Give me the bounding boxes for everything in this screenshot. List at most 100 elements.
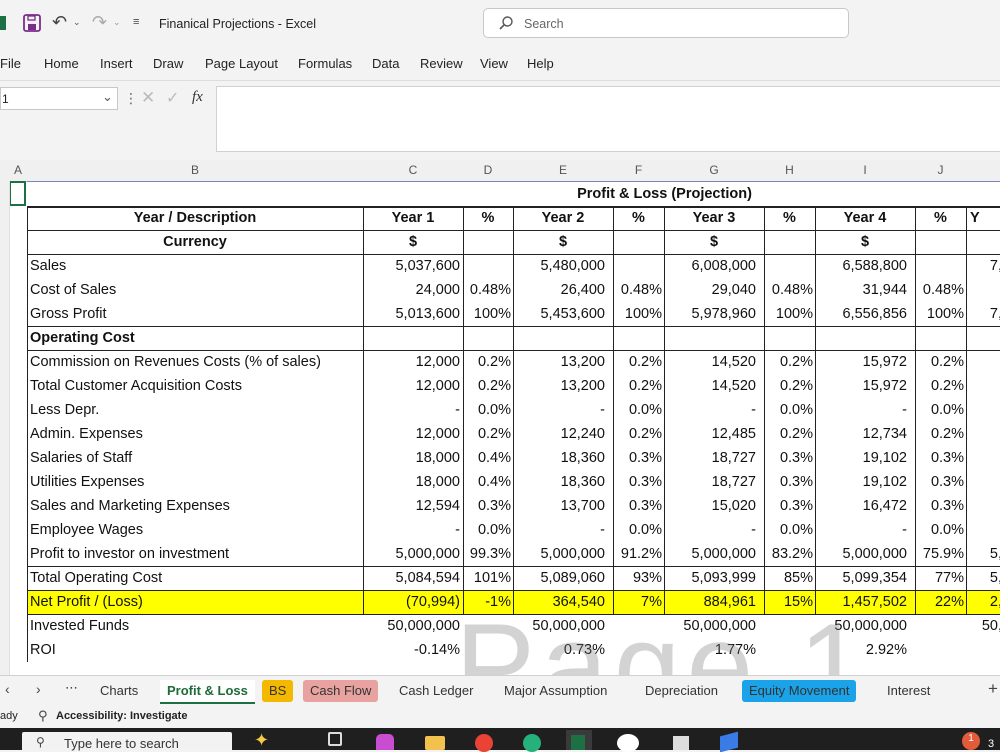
year-3-value[interactable]: 14,520 xyxy=(664,350,756,374)
year-1-pct[interactable]: 101% xyxy=(463,566,511,590)
row-label[interactable]: Gross Profit xyxy=(30,302,360,326)
folder-icon[interactable] xyxy=(425,736,445,750)
year-2-pct[interactable]: 0.48% xyxy=(613,278,662,302)
year-1-value[interactable]: 12,000 xyxy=(363,374,460,398)
year-2-pct[interactable]: 0.0% xyxy=(613,398,662,422)
year-3-value[interactable]: - xyxy=(664,518,756,542)
year-4-pct[interactable]: 0.3% xyxy=(915,470,964,494)
year-2-value[interactable]: 5,453,600 xyxy=(513,302,605,326)
row-label[interactable]: Less Depr. xyxy=(30,398,360,422)
year-4-value[interactable]: 6,556,856 xyxy=(815,302,907,326)
currency-year-3[interactable]: $ xyxy=(664,230,764,254)
prev-sheet-icon[interactable]: ‹ xyxy=(5,681,10,697)
menu-file[interactable]: File xyxy=(0,56,21,71)
year-3-value[interactable]: 15,020 xyxy=(664,494,756,518)
menu-help[interactable]: Help xyxy=(527,56,554,71)
header-year-2[interactable]: Year 2 xyxy=(513,206,613,230)
year-1-value[interactable]: - xyxy=(363,398,460,422)
year-3-value[interactable] xyxy=(664,326,756,350)
menu-review[interactable]: Review xyxy=(420,56,463,71)
header-pct-3[interactable]: % xyxy=(764,206,815,230)
year-2-pct[interactable]: 0.3% xyxy=(613,470,662,494)
year-4-value[interactable]: 19,102 xyxy=(815,446,907,470)
year-4-pct[interactable]: 0.3% xyxy=(915,494,964,518)
row-label[interactable]: Utilities Expenses xyxy=(30,470,360,494)
year-1-value[interactable]: 5,000,000 xyxy=(363,542,460,566)
row-label[interactable]: Total Customer Acquisition Costs xyxy=(30,374,360,398)
year-4-value[interactable]: 6,588,800 xyxy=(815,254,907,278)
store-icon[interactable] xyxy=(673,736,689,750)
add-sheet-icon[interactable]: + xyxy=(988,679,998,699)
year-2-value[interactable]: - xyxy=(513,518,605,542)
year-3-value[interactable]: 14,520 xyxy=(664,374,756,398)
year-1-value[interactable] xyxy=(363,326,460,350)
year-1-pct[interactable]: 0.4% xyxy=(463,470,511,494)
year-1-pct[interactable]: 0.0% xyxy=(463,398,511,422)
row-label[interactable]: Employee Wages xyxy=(30,518,360,542)
year-2-pct[interactable]: 0.3% xyxy=(613,446,662,470)
row-label[interactable]: ROI xyxy=(30,638,360,662)
year-1-pct[interactable]: 0.0% xyxy=(463,518,511,542)
year-1-pct[interactable]: 0.48% xyxy=(463,278,511,302)
sheet-tab[interactable]: Cash Flow xyxy=(303,680,379,702)
year-4-pct[interactable]: 0.2% xyxy=(915,374,964,398)
menu-view[interactable]: View xyxy=(480,56,508,71)
year-5-value[interactable] xyxy=(968,470,1000,494)
year-5-value[interactable]: 2, xyxy=(968,590,1000,614)
year-5-value[interactable]: 5, xyxy=(968,566,1000,590)
sheet-tab[interactable]: Depreciation xyxy=(638,680,725,702)
column-header-j[interactable]: J xyxy=(915,163,966,177)
year-4-value[interactable] xyxy=(815,326,907,350)
year-2-pct[interactable]: 93% xyxy=(613,566,662,590)
menu-draw[interactable]: Draw xyxy=(153,56,183,71)
header-year-4[interactable]: Year 4 xyxy=(815,206,915,230)
undo-icon[interactable]: ↶ xyxy=(52,12,67,33)
year-1-value[interactable]: 12,000 xyxy=(363,350,460,374)
clock[interactable]: 3 xyxy=(988,738,994,750)
accessibility-status[interactable]: Accessibility: Investigate xyxy=(56,710,187,722)
worksheet-grid[interactable]: A B C D E F G H I J Profit & Loss (Proje… xyxy=(0,160,1000,675)
year-3-pct[interactable]: 0.2% xyxy=(764,422,813,446)
year-1-pct[interactable]: 99.3% xyxy=(463,542,511,566)
insert-function-icon[interactable]: fx xyxy=(192,89,203,106)
year-1-pct[interactable]: 0.2% xyxy=(463,350,511,374)
name-box[interactable]: 1 ⌄ xyxy=(0,87,118,110)
year-5-value[interactable] xyxy=(968,638,1000,662)
year-1-value[interactable]: 50,000,000 xyxy=(363,614,460,638)
year-4-pct[interactable]: 22% xyxy=(915,590,964,614)
year-5-value[interactable] xyxy=(968,494,1000,518)
more-options-icon[interactable]: ⋮ xyxy=(124,90,138,107)
redo-dropdown-icon[interactable]: ⌄ xyxy=(113,17,121,28)
year-3-pct[interactable]: 0.0% xyxy=(764,398,813,422)
year-4-value[interactable]: - xyxy=(815,518,907,542)
column-header-g[interactable]: G xyxy=(664,163,764,177)
year-3-pct[interactable]: 0.3% xyxy=(764,494,813,518)
row-label[interactable]: Net Profit / (Loss) xyxy=(30,590,360,614)
year-2-value[interactable]: - xyxy=(513,398,605,422)
table-title[interactable]: Profit & Loss (Projection) xyxy=(363,182,966,206)
year-3-value[interactable]: - xyxy=(664,398,756,422)
currency-year-4[interactable]: $ xyxy=(815,230,915,254)
sheet-tab[interactable]: Interest xyxy=(880,680,937,702)
year-2-value[interactable]: 12,240 xyxy=(513,422,605,446)
year-2-pct[interactable]: 0.3% xyxy=(613,494,662,518)
row-label[interactable]: Admin. Expenses xyxy=(30,422,360,446)
year-5-value[interactable]: 7, xyxy=(968,254,1000,278)
year-5-value[interactable]: 7, xyxy=(968,302,1000,326)
header-pct-1[interactable]: % xyxy=(463,206,513,230)
year-2-pct[interactable] xyxy=(613,326,662,350)
year-5-value[interactable] xyxy=(968,398,1000,422)
year-2-value[interactable]: 5,480,000 xyxy=(513,254,605,278)
year-1-pct[interactable]: 0.4% xyxy=(463,446,511,470)
year-2-pct[interactable]: 0.2% xyxy=(613,374,662,398)
year-2-value[interactable]: 5,000,000 xyxy=(513,542,605,566)
year-4-pct[interactable] xyxy=(915,614,964,638)
row-label[interactable]: Profit to investor on investment xyxy=(30,542,360,566)
chrome-icon[interactable] xyxy=(475,734,493,752)
year-1-value[interactable]: 18,000 xyxy=(363,446,460,470)
header-description[interactable]: Year / Description xyxy=(27,206,363,230)
year-1-value[interactable]: 12,000 xyxy=(363,422,460,446)
year-5-value[interactable] xyxy=(968,350,1000,374)
year-4-value[interactable]: 15,972 xyxy=(815,350,907,374)
currency-year-1[interactable]: $ xyxy=(363,230,463,254)
